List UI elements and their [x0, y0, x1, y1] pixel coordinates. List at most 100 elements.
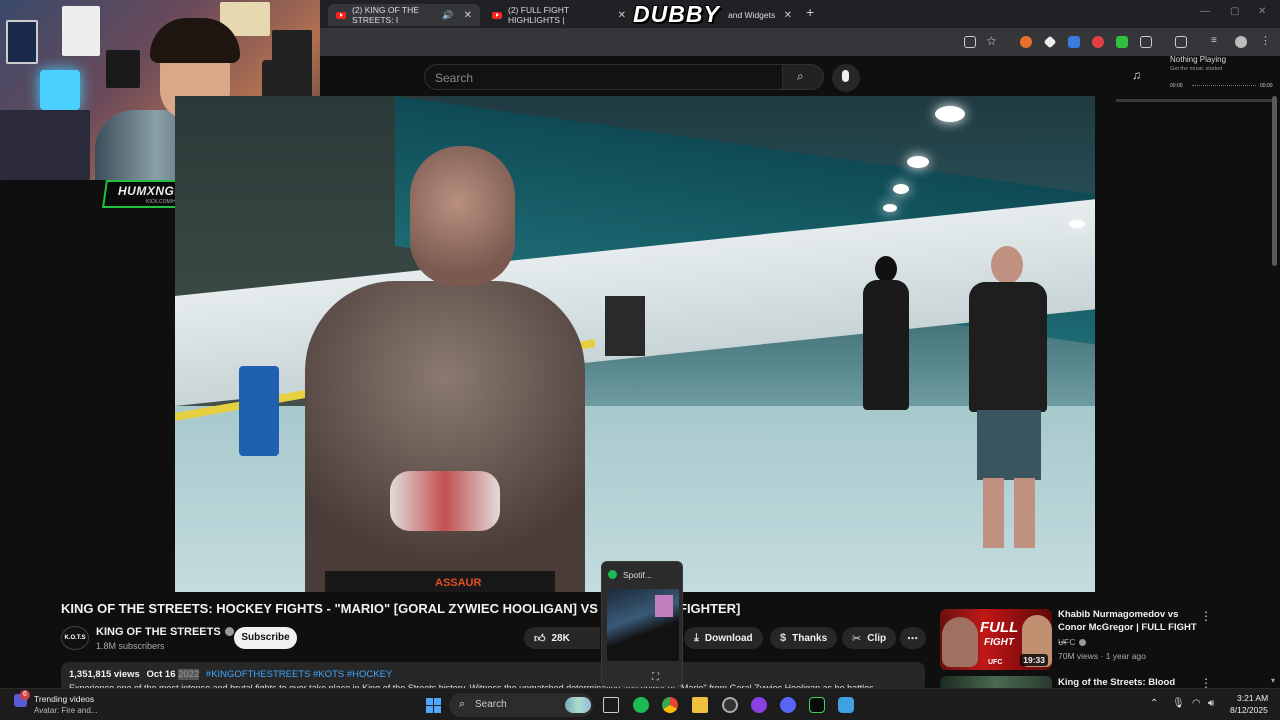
- extension-diamond-icon[interactable]: [1043, 35, 1057, 49]
- volume-icon[interactable]: 🔊︎: [1208, 698, 1214, 709]
- recommended-channel[interactable]: UFC: [1058, 637, 1087, 647]
- scroll-down-icon[interactable]: ▾: [1271, 676, 1275, 685]
- scissors-icon: ✂: [852, 632, 862, 645]
- channel-name-text: KING OF THE STREETS: [96, 626, 221, 638]
- like-button[interactable]: 👍︎ 28K: [524, 627, 600, 649]
- browser-toolbar: ☆ ≡ ⋮: [320, 28, 1280, 56]
- maximize-icon[interactable]: ▢: [1230, 6, 1239, 17]
- extension-red-icon[interactable]: [1092, 36, 1104, 48]
- new-tab-icon[interactable]: +: [806, 4, 814, 20]
- thumbnail-text: FIGHT: [984, 637, 1014, 648]
- browser-tab-strip: (2) KING OF THE STREETS: I 🔊 ✕ (2) FULL …: [320, 0, 1280, 28]
- extension-blue-icon[interactable]: [1068, 36, 1080, 48]
- upload-date: Oct 16: [146, 669, 176, 680]
- now-playing-end-time: 00:00: [1260, 83, 1273, 89]
- thanks-label: Thanks: [792, 632, 828, 644]
- taskbar-search-label: Search: [475, 699, 507, 710]
- ceiling-light: [1069, 220, 1085, 228]
- app-purple-icon[interactable]: [751, 697, 767, 713]
- music-note-icon[interactable]: ♫: [1132, 68, 1141, 82]
- hashtags[interactable]: #KINGOFTHESTREETS #KOTS #HOCKEY: [206, 669, 392, 680]
- browser-tab-highlights[interactable]: (2) FULL FIGHT HIGHLIGHTS | ✕: [484, 4, 634, 26]
- voice-search-button[interactable]: [832, 64, 860, 92]
- subscribe-button[interactable]: Subscribe: [234, 627, 297, 649]
- download-button[interactable]: ⤓ Download: [684, 627, 763, 649]
- browser-tab-widgets[interactable]: and Widgets ✕: [720, 4, 800, 26]
- steam-icon[interactable]: [722, 697, 738, 713]
- browser-tab-kots[interactable]: (2) KING OF THE STREETS: I 🔊 ✕: [328, 4, 480, 26]
- search-icon: ⌕: [797, 69, 804, 83]
- spotify-window-thumbnail: [607, 589, 679, 661]
- now-playing-progress: [1192, 85, 1256, 87]
- thumbs-up-icon: 👍︎: [534, 632, 546, 645]
- wifi-icon[interactable]: ◠: [1192, 698, 1201, 709]
- more-actions-button[interactable]: ⋯: [900, 627, 926, 649]
- channel-subscribers: 1.8M subscribers: [96, 641, 165, 651]
- wall-poster: [6, 20, 38, 64]
- close-tab-icon[interactable]: ✕: [464, 10, 472, 21]
- minimize-icon[interactable]: —: [1200, 6, 1210, 17]
- speaker-icon[interactable]: 🔊: [442, 10, 453, 21]
- close-window-icon[interactable]: ✕: [1258, 6, 1266, 17]
- close-tab-icon[interactable]: ✕: [618, 10, 626, 21]
- clip-button[interactable]: ✂ Clip: [842, 627, 897, 649]
- youtube-header: Search ⌕ ♫: [320, 56, 1280, 96]
- tab-label: and Widgets: [728, 10, 776, 20]
- file-explorer-icon[interactable]: [692, 697, 708, 713]
- thanks-button[interactable]: $ Thanks: [770, 627, 838, 649]
- cameraman-person: [955, 246, 1055, 556]
- mic-icon: [842, 70, 849, 82]
- youtube-favicon-icon: [492, 11, 502, 19]
- chrome-icon[interactable]: [662, 697, 678, 713]
- dubby-watermark: DUBBY: [633, 1, 720, 27]
- fighter-figure: ASSAUR: [285, 141, 585, 592]
- discord-icon[interactable]: [780, 697, 796, 713]
- bookmark-star-icon[interactable]: ☆: [986, 34, 997, 48]
- widget-badge: 6: [20, 690, 30, 700]
- video-title: KING OF THE STREETS: HOCKEY FIGHTS - "MA…: [61, 601, 638, 616]
- video-player[interactable]: ASSAUR: [175, 96, 1095, 592]
- desk-chair: [0, 110, 90, 180]
- ceiling-light: [883, 204, 897, 212]
- close-tab-icon[interactable]: ✕: [784, 10, 792, 21]
- description-meta: 1,351,815 views Oct 16 2022 #KINGOFTHEST…: [69, 669, 392, 680]
- tray-chevron-icon[interactable]: ⌃: [1150, 698, 1158, 709]
- wall-poster: [106, 50, 140, 88]
- extension-green-icon[interactable]: [1116, 36, 1128, 48]
- search-highlight-art: [565, 697, 591, 713]
- spotify-icon[interactable]: [633, 697, 649, 713]
- channel-name[interactable]: KING OF THE STREETS: [96, 626, 234, 638]
- widget-title[interactable]: Trending videos: [34, 694, 94, 704]
- start-button[interactable]: [426, 698, 441, 713]
- side-panel-icon[interactable]: [1175, 36, 1187, 48]
- search-button[interactable]: ⌕: [782, 64, 824, 90]
- media-controls-icon[interactable]: ≡: [1211, 35, 1217, 46]
- thumbnail-face: [942, 617, 978, 667]
- now-playing-title: Nothing Playing: [1170, 55, 1227, 64]
- channel-avatar[interactable]: K.O.T.S: [61, 626, 89, 650]
- task-view-icon[interactable]: [603, 697, 619, 713]
- more-vert-icon[interactable]: ⋮: [1200, 609, 1212, 623]
- recommended-thumbnail[interactable]: FULL FIGHT UFC 19:33: [940, 609, 1052, 670]
- thanks-icon: $: [780, 632, 787, 644]
- tab-label: (2) KING OF THE STREETS: I: [352, 5, 419, 25]
- search-input[interactable]: Search: [424, 64, 784, 90]
- download-icon: ⤓: [694, 631, 699, 644]
- taskbar-date[interactable]: 8/12/2025: [1230, 705, 1268, 715]
- microphone-tray-icon[interactable]: 🎙︎: [1172, 698, 1185, 709]
- snipping-tool-icon[interactable]: [838, 697, 854, 713]
- browser-menu-icon[interactable]: ⋮: [1260, 34, 1271, 47]
- view-count: 1,351,815 views: [69, 669, 140, 680]
- taskbar-search[interactable]: ⌕ Search: [449, 693, 593, 717]
- taskbar-time[interactable]: 3:21 AM: [1237, 693, 1268, 703]
- spotify-taskbar-preview[interactable]: Spotif... ⛶: [601, 561, 683, 687]
- page-scrollbar[interactable]: [1272, 96, 1277, 266]
- recommended-title[interactable]: King of the Streets: Blood: [1058, 677, 1175, 688]
- terminal-icon[interactable]: [809, 697, 825, 713]
- preview-label: Spotif...: [623, 570, 652, 580]
- search-icon: ⌕: [459, 698, 466, 710]
- extensions-puzzle-icon[interactable]: [1140, 36, 1152, 48]
- cast-icon[interactable]: [964, 36, 976, 48]
- profile-avatar-icon[interactable]: [1235, 36, 1247, 48]
- extension-orange-icon[interactable]: [1020, 36, 1032, 48]
